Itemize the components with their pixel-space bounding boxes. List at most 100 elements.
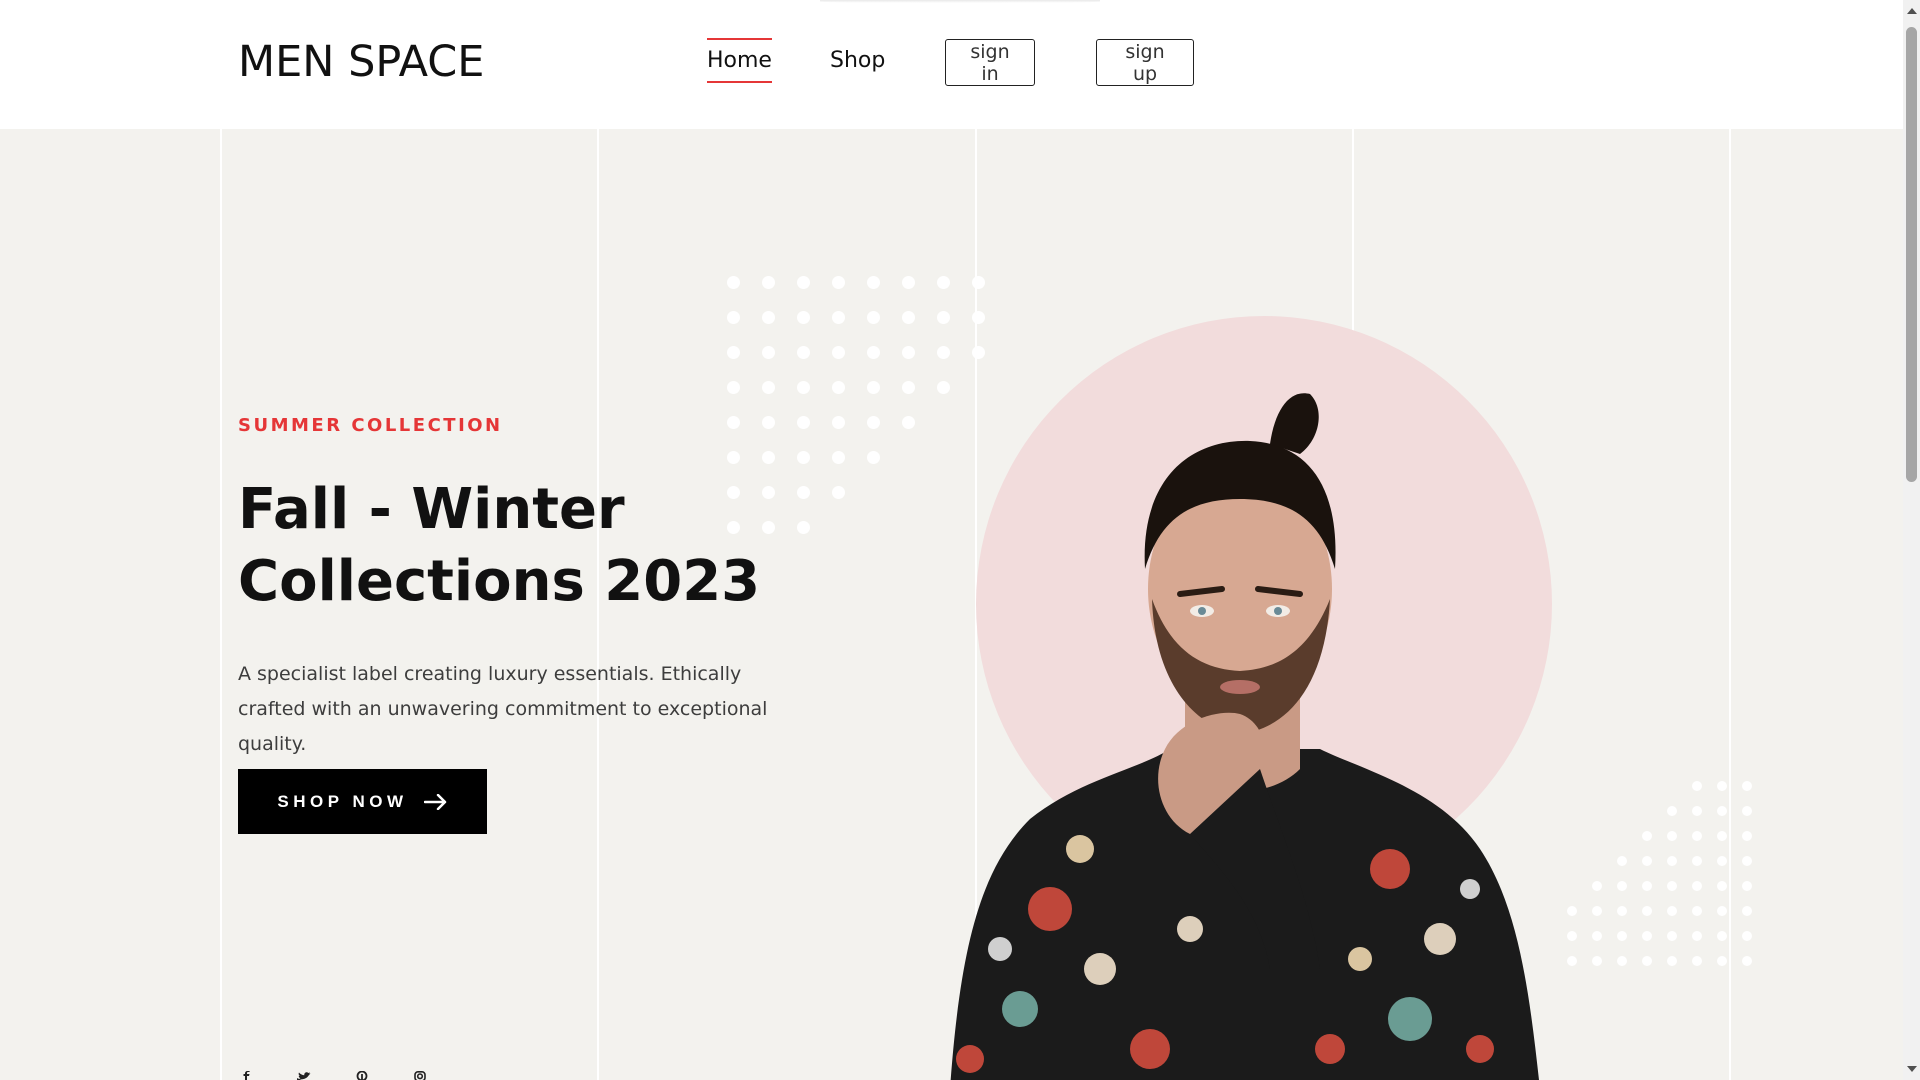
decor-dot bbox=[937, 276, 950, 289]
decor-dot bbox=[1692, 906, 1702, 916]
grid-line bbox=[220, 129, 222, 1080]
decor-dot bbox=[867, 451, 880, 464]
nav-home-link[interactable]: Home bbox=[707, 38, 772, 83]
nav-shop-link[interactable]: Shop bbox=[830, 48, 885, 73]
decor-dot bbox=[1617, 856, 1627, 866]
decor-dot bbox=[727, 276, 740, 289]
shop-now-button[interactable]: SHOP NOW bbox=[238, 769, 487, 834]
decor-dot bbox=[902, 311, 915, 324]
decor-dot bbox=[1742, 931, 1752, 941]
decor-dot bbox=[1642, 881, 1652, 891]
decor-dot bbox=[1642, 856, 1652, 866]
decor-dot bbox=[1667, 956, 1677, 966]
hero-title: Fall - Winter Collections 2023 bbox=[238, 477, 761, 614]
site-header: MEN SPACE Home Shop sign in sign up bbox=[0, 0, 1903, 129]
decor-dot bbox=[797, 381, 810, 394]
decor-dot bbox=[1667, 806, 1677, 816]
decor-dot bbox=[1742, 906, 1752, 916]
sign-in-button[interactable]: sign in bbox=[945, 39, 1035, 86]
brand-logo[interactable]: MEN SPACE bbox=[238, 37, 484, 87]
decor-dot bbox=[832, 346, 845, 359]
hero-section: SUMMER COLLECTION Fall - Winter Collecti… bbox=[0, 129, 1903, 1080]
decor-dot bbox=[867, 311, 880, 324]
decor-dot bbox=[797, 311, 810, 324]
decor-dot bbox=[762, 276, 775, 289]
decor-dot bbox=[1692, 831, 1702, 841]
decor-dot bbox=[1692, 806, 1702, 816]
shop-now-label: SHOP NOW bbox=[277, 791, 408, 811]
decor-dot bbox=[1692, 781, 1702, 791]
scroll-up-icon[interactable] bbox=[1907, 8, 1917, 14]
decor-dot bbox=[1667, 881, 1677, 891]
decor-dot bbox=[1742, 831, 1752, 841]
decor-dot bbox=[1567, 956, 1577, 966]
decor-dot bbox=[1567, 931, 1577, 941]
decor-dot bbox=[762, 311, 775, 324]
decor-dot bbox=[762, 416, 775, 429]
scroll-thumb[interactable] bbox=[1906, 27, 1917, 482]
decor-dot bbox=[1617, 881, 1627, 891]
decor-dot bbox=[1592, 881, 1602, 891]
vertical-scrollbar[interactable] bbox=[1903, 0, 1920, 1080]
decor-dot bbox=[1642, 831, 1652, 841]
hero-description: A specialist label creating luxury essen… bbox=[238, 663, 768, 755]
decor-dot bbox=[727, 416, 740, 429]
pinterest-icon[interactable] bbox=[354, 1071, 370, 1080]
decor-dot bbox=[797, 276, 810, 289]
decor-dot bbox=[867, 346, 880, 359]
facebook-icon[interactable] bbox=[238, 1071, 254, 1080]
decor-dot bbox=[1667, 831, 1677, 841]
decor-dot bbox=[1592, 931, 1602, 941]
decor-dot bbox=[1567, 906, 1577, 916]
sign-up-button[interactable]: sign up bbox=[1096, 39, 1194, 86]
decor-dot bbox=[797, 416, 810, 429]
decor-dot bbox=[797, 451, 810, 464]
decor-dot bbox=[1742, 806, 1752, 816]
decor-dot bbox=[1642, 931, 1652, 941]
decor-dot bbox=[867, 276, 880, 289]
decor-dot bbox=[727, 311, 740, 324]
decor-dot bbox=[832, 311, 845, 324]
decor-dot bbox=[902, 381, 915, 394]
decor-dot bbox=[972, 276, 985, 289]
hero-model-image bbox=[950, 393, 1539, 1080]
page: MEN SPACE Home Shop sign in sign up SUMM… bbox=[0, 0, 1920, 1080]
decor-dot bbox=[902, 276, 915, 289]
decor-dot bbox=[832, 451, 845, 464]
decor-dot bbox=[1742, 781, 1752, 791]
decor-dot bbox=[1717, 831, 1727, 841]
decor-dot bbox=[867, 381, 880, 394]
decor-dot bbox=[832, 276, 845, 289]
decor-dot bbox=[1717, 806, 1727, 816]
instagram-icon[interactable] bbox=[412, 1071, 428, 1080]
decor-dot bbox=[1717, 906, 1727, 916]
decor-dot bbox=[797, 346, 810, 359]
decor-dot bbox=[1617, 906, 1627, 916]
decor-dot bbox=[1642, 906, 1652, 916]
twitter-icon[interactable] bbox=[296, 1071, 312, 1080]
grid-line bbox=[1729, 129, 1731, 1080]
header-shadow bbox=[820, 0, 1100, 3]
decor-dot bbox=[1692, 881, 1702, 891]
decor-dot bbox=[1692, 856, 1702, 866]
decor-dot bbox=[1692, 931, 1702, 941]
scroll-down-icon[interactable] bbox=[1907, 1066, 1917, 1072]
decor-dot bbox=[1592, 906, 1602, 916]
decor-dot bbox=[1717, 856, 1727, 866]
decor-dot bbox=[1667, 931, 1677, 941]
decor-dot bbox=[867, 416, 880, 429]
decor-dot bbox=[1717, 881, 1727, 891]
decor-dot bbox=[1667, 906, 1677, 916]
decor-dot bbox=[1717, 956, 1727, 966]
decor-dot bbox=[832, 381, 845, 394]
decor-dot bbox=[937, 311, 950, 324]
decor-dot bbox=[1617, 956, 1627, 966]
decor-dot bbox=[1742, 856, 1752, 866]
decor-dot bbox=[1692, 956, 1702, 966]
hero-subtitle: SUMMER COLLECTION bbox=[238, 415, 503, 436]
decor-dot bbox=[1742, 881, 1752, 891]
decor-dot bbox=[1742, 956, 1752, 966]
decor-dot bbox=[832, 486, 845, 499]
decor-dot bbox=[727, 346, 740, 359]
decor-dot bbox=[1717, 781, 1727, 791]
